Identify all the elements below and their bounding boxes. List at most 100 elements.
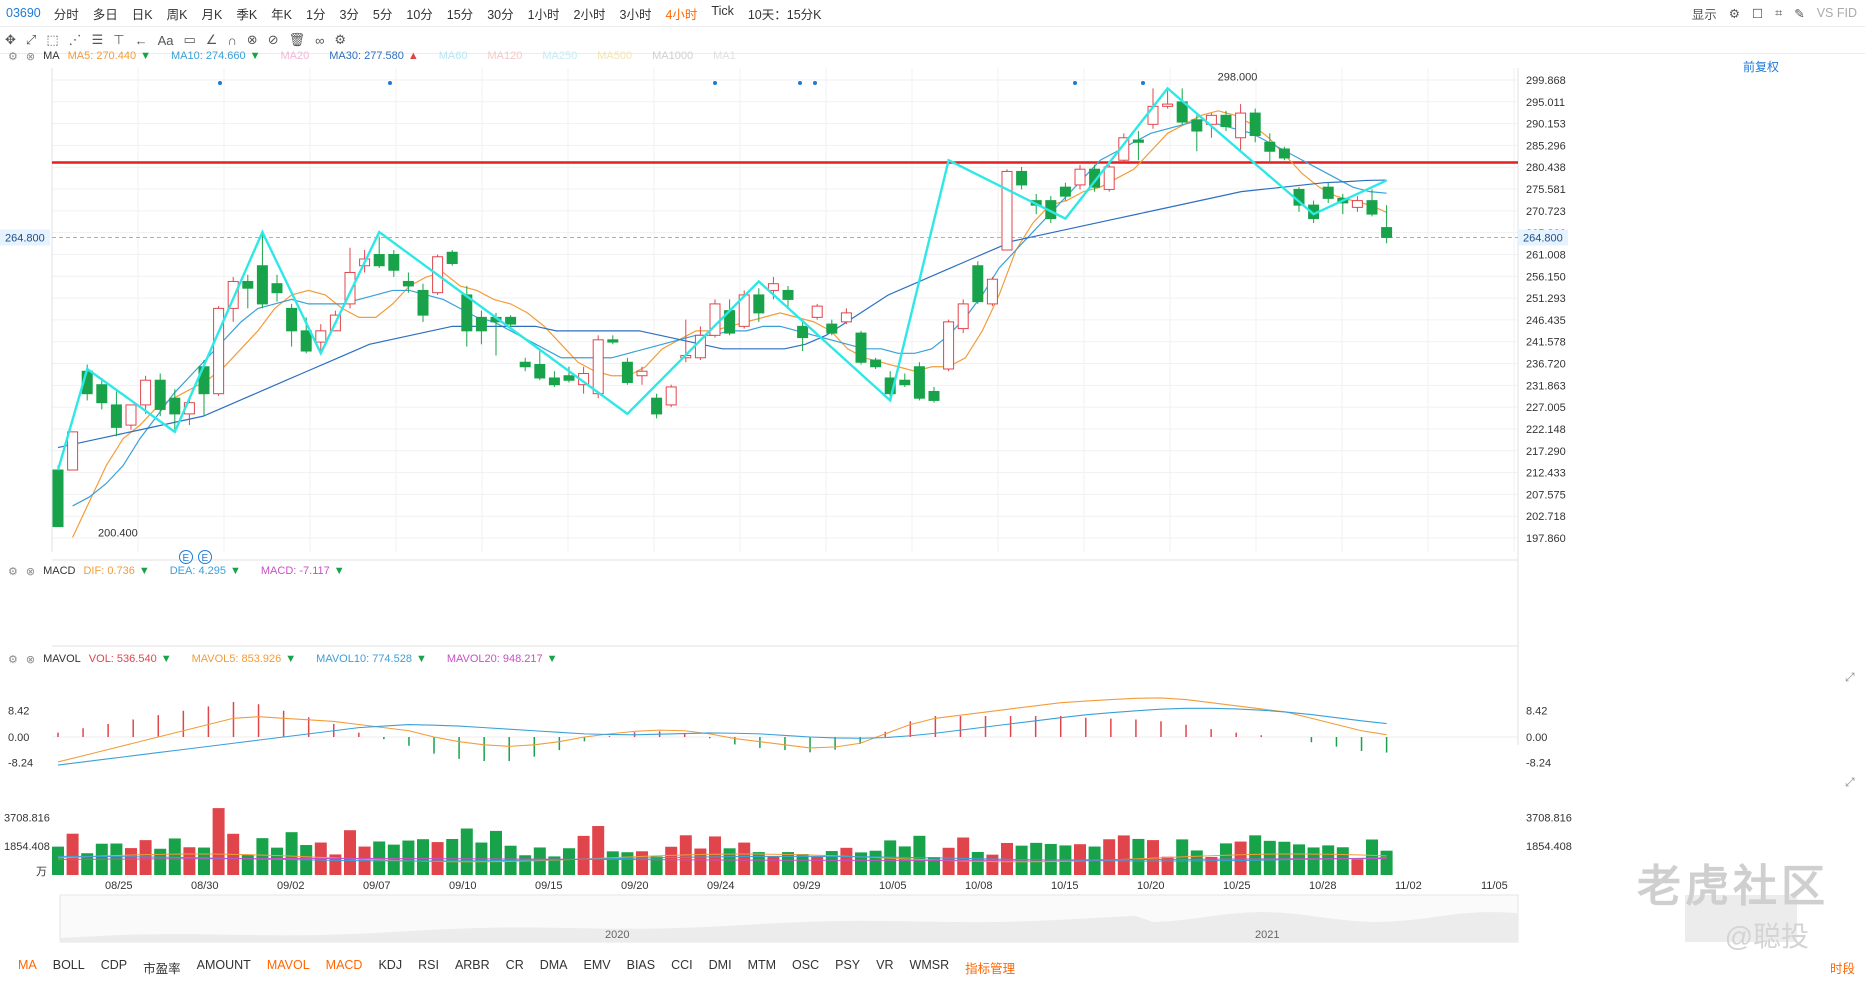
candle-body[interactable] <box>140 379 152 406</box>
indicator-15[interactable]: DMI <box>709 958 732 977</box>
candle-body[interactable] <box>475 316 487 332</box>
candle-body[interactable] <box>782 289 794 300</box>
indicator-20[interactable]: WMSR <box>910 958 950 977</box>
candle-body[interactable] <box>1264 141 1276 152</box>
candle-body[interactable] <box>271 283 283 294</box>
candle-body[interactable] <box>402 280 414 287</box>
price-tick-label: 227.005 <box>1526 402 1566 414</box>
expand-icon[interactable]: ⤢ <box>1844 775 1855 789</box>
candle-body[interactable] <box>286 307 298 332</box>
candle-body[interactable] <box>592 339 604 395</box>
indicator-3[interactable]: 市盈率 <box>143 958 181 977</box>
volume-bar <box>840 847 853 875</box>
price-tick-label: 212.433 <box>1526 468 1566 480</box>
timezone-toggle[interactable]: 时段 <box>1830 958 1855 977</box>
candle-body[interactable] <box>753 294 765 314</box>
candle-body[interactable] <box>665 386 677 406</box>
candle-body[interactable] <box>621 361 633 383</box>
candle-body[interactable] <box>1001 170 1013 251</box>
candle-body[interactable] <box>913 366 925 399</box>
candle-body[interactable] <box>519 361 531 368</box>
chart-canvas[interactable]: 299.868 295.011 290.153 285.296 280.438 275.5… <box>0 0 1865 955</box>
candle-body[interactable] <box>1162 103 1174 107</box>
indicator-18[interactable]: PSY <box>835 958 860 977</box>
indicator-0[interactable]: MA <box>18 958 37 977</box>
indicator-21[interactable]: 指标管理 <box>965 958 1015 977</box>
candle-body[interactable] <box>154 379 166 410</box>
candle-body[interactable] <box>96 384 108 404</box>
volume-bar <box>1190 850 1203 875</box>
candle-body[interactable] <box>928 390 940 401</box>
expand-icon[interactable]: ⤢ <box>1844 670 1855 684</box>
indicator-9[interactable]: ARBR <box>455 958 490 977</box>
indicator-4[interactable]: AMOUNT <box>197 958 251 977</box>
indicator-12[interactable]: EMV <box>584 958 611 977</box>
indicator-14[interactable]: CCI <box>671 958 693 977</box>
candle-body[interactable] <box>1351 200 1363 208</box>
candle-body[interactable] <box>1059 186 1071 197</box>
candle-body[interactable] <box>373 254 385 267</box>
candle-body[interactable] <box>1366 200 1378 215</box>
indicator-11[interactable]: DMA <box>540 958 568 977</box>
indicator-5[interactable]: MAVOL <box>267 958 310 977</box>
candle-body[interactable] <box>943 321 955 370</box>
candle-body[interactable] <box>300 330 312 352</box>
indicator-2[interactable]: CDP <box>101 958 127 977</box>
indicator-16[interactable]: MTM <box>748 958 776 977</box>
indicator-10[interactable]: CR <box>506 958 524 977</box>
indicator-6[interactable]: MACD <box>326 958 363 977</box>
candle-body[interactable] <box>461 294 473 332</box>
candle-body[interactable] <box>1103 166 1115 190</box>
candle-body[interactable] <box>1016 170 1028 186</box>
candle-body[interactable] <box>1322 186 1334 199</box>
candle-body[interactable] <box>388 254 400 271</box>
candle-body[interactable] <box>1074 168 1086 186</box>
candle-body[interactable] <box>607 339 619 343</box>
macd-tick-label-left: 8.42 <box>8 706 29 718</box>
indicator-7[interactable]: KDJ <box>378 958 402 977</box>
candle-body[interactable] <box>242 280 254 289</box>
candle-body[interactable] <box>1249 112 1261 137</box>
candle-body[interactable] <box>417 289 429 316</box>
candle-body[interactable] <box>811 305 823 318</box>
candle-body[interactable] <box>1381 227 1393 238</box>
candle-body[interactable] <box>1191 119 1203 132</box>
candle-body[interactable] <box>1278 148 1290 159</box>
candle-body[interactable] <box>826 323 838 334</box>
indicator-13[interactable]: BIAS <box>627 958 656 977</box>
candle-body[interactable] <box>986 278 998 305</box>
candle-body[interactable] <box>563 375 575 381</box>
candle-body[interactable] <box>125 404 137 426</box>
candle-body[interactable] <box>899 379 911 386</box>
watermark-user: @聪投 <box>1724 921 1809 952</box>
indicator-19[interactable]: VR <box>876 958 893 977</box>
candle-body[interactable] <box>1147 105 1159 125</box>
signal-dot-icon <box>1073 81 1077 85</box>
date-tick-label: 10/20 <box>1137 880 1165 892</box>
candle-body[interactable] <box>505 316 517 325</box>
candle-body[interactable] <box>972 265 984 303</box>
candle-body[interactable] <box>840 312 852 323</box>
candle-body[interactable] <box>446 251 458 264</box>
indicator-8[interactable]: RSI <box>418 958 439 977</box>
candle-body[interactable] <box>767 283 779 291</box>
indicator-1[interactable]: BOLL <box>53 958 85 977</box>
indicator-17[interactable]: OSC <box>792 958 819 977</box>
candle-body[interactable] <box>797 325 809 339</box>
candle-body[interactable] <box>636 370 648 377</box>
candle-body[interactable] <box>67 431 79 471</box>
candle-body[interactable] <box>315 330 327 343</box>
candle-body[interactable] <box>1132 139 1144 143</box>
candle-body[interactable] <box>957 303 969 330</box>
candle-body[interactable] <box>52 469 64 528</box>
candle-body[interactable] <box>1235 112 1247 139</box>
candle-body[interactable] <box>256 265 268 305</box>
candle-body[interactable] <box>870 359 882 368</box>
candle-body[interactable] <box>534 364 546 379</box>
candle-body[interactable] <box>855 332 867 363</box>
candle-body[interactable] <box>169 397 181 415</box>
candle-body[interactable] <box>548 377 560 386</box>
candle-body[interactable] <box>110 404 122 428</box>
candle-body[interactable] <box>651 397 663 415</box>
candle-body[interactable] <box>1220 114 1232 128</box>
